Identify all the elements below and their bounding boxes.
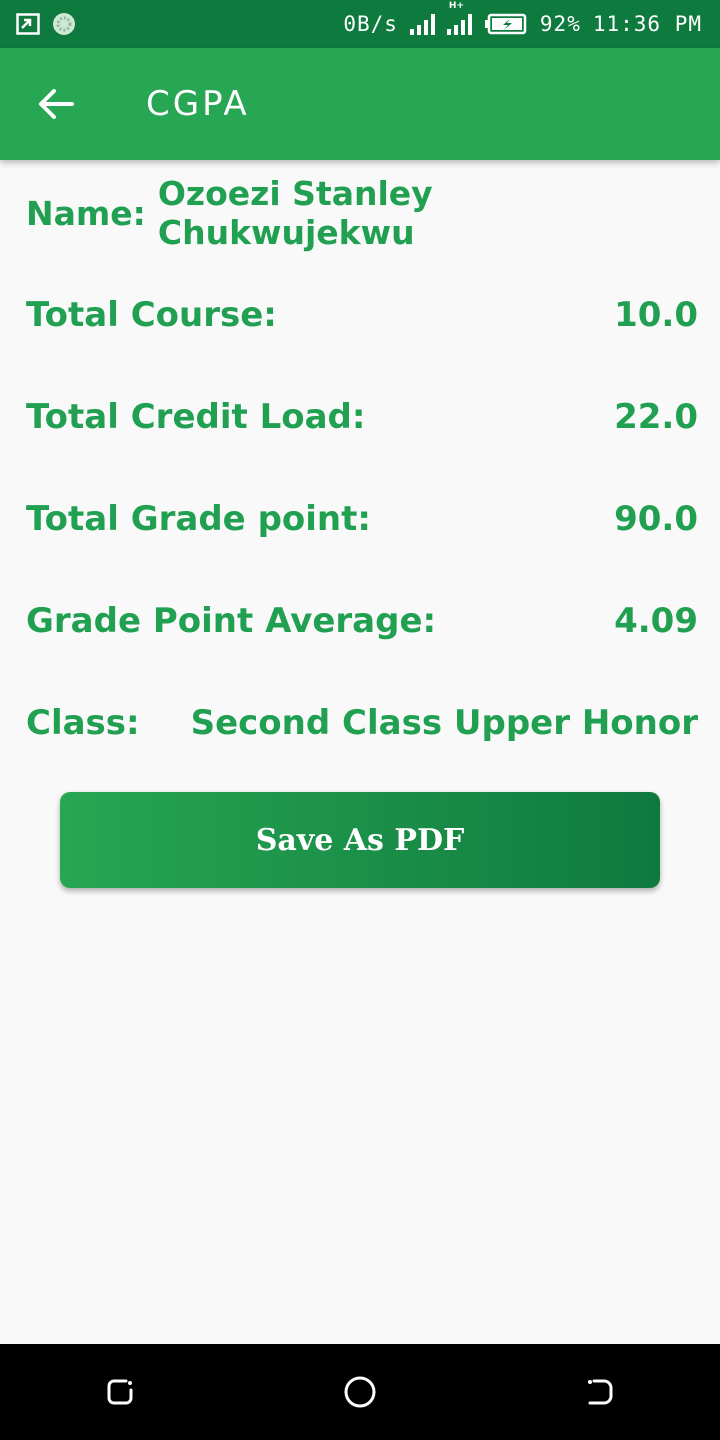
network-speed: 0B/s xyxy=(343,12,398,36)
battery-percent: 92% xyxy=(539,12,581,36)
home-icon xyxy=(344,1376,376,1408)
clock: 11:36 PM xyxy=(592,12,702,36)
total-grade-row: Total Grade point: 90.0 xyxy=(26,489,698,549)
gpa-label: Grade Point Average: xyxy=(26,601,437,641)
screen-cast-icon xyxy=(16,13,40,35)
navigation-bar xyxy=(0,1344,720,1440)
total-credit-row: Total Credit Load: 22.0 xyxy=(26,387,698,447)
battery-charging-icon xyxy=(484,13,527,35)
gpa-row: Grade Point Average: 4.09 xyxy=(26,591,698,651)
recent-apps-button[interactable] xyxy=(72,1344,168,1440)
page-title: CGPA xyxy=(146,84,250,124)
class-label: Class: xyxy=(26,703,140,743)
total-course-label: Total Course: xyxy=(26,295,277,335)
signal-icon xyxy=(409,13,435,35)
status-bar: 0B/s H+ 92% 11:36 PM xyxy=(0,0,720,48)
home-button[interactable] xyxy=(312,1344,408,1440)
name-value: Ozoezi Stanley Chukwujekwu xyxy=(157,174,433,252)
status-right: 0B/s H+ 92% 11:36 PM xyxy=(343,1,702,36)
signal-hplus-icon xyxy=(446,13,472,35)
app-notification-icon xyxy=(53,13,75,35)
total-grade-value: 90.0 xyxy=(614,499,698,539)
name-row: Name: Ozoezi Stanley Chukwujekwu xyxy=(26,174,698,252)
signal-hplus-group: H+ xyxy=(446,1,472,35)
total-grade-label: Total Grade point: xyxy=(26,499,371,539)
recent-apps-icon xyxy=(107,1379,133,1405)
network-type-label: H+ xyxy=(448,1,464,11)
name-label: Name: xyxy=(26,193,146,233)
class-row: Class: Second Class Upper Honor xyxy=(26,693,698,753)
total-credit-value: 22.0 xyxy=(614,397,698,437)
arrow-back-icon xyxy=(39,89,74,119)
class-value: Second Class Upper Honor xyxy=(190,703,698,743)
save-as-pdf-button[interactable]: Save As PDF xyxy=(60,792,660,888)
status-left xyxy=(16,12,76,36)
gpa-value: 4.09 xyxy=(614,601,698,641)
total-credit-label: Total Credit Load: xyxy=(26,397,366,437)
total-course-row: Total Course: 10.0 xyxy=(26,285,698,345)
back-icon xyxy=(588,1379,613,1405)
system-back-button[interactable] xyxy=(552,1344,648,1440)
back-button[interactable] xyxy=(0,48,112,160)
app-bar: CGPA xyxy=(0,48,720,160)
total-course-value: 10.0 xyxy=(614,295,698,335)
